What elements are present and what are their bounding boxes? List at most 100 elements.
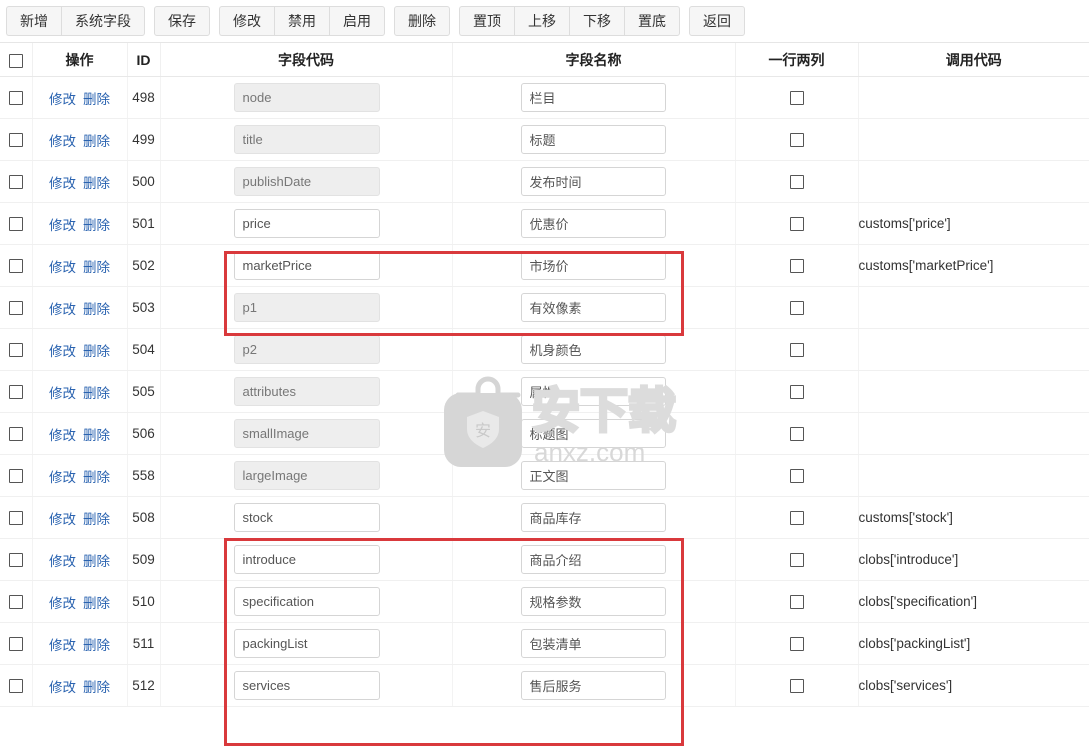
field-name-input[interactable] (520, 125, 666, 154)
row-delete-link[interactable]: 删除 (83, 344, 110, 359)
row-select-checkbox[interactable] (8, 385, 23, 400)
row-edit-link[interactable]: 修改 (49, 218, 76, 233)
two-columns-checkbox[interactable] (789, 91, 804, 106)
row-edit-link[interactable]: 修改 (49, 512, 76, 527)
edit-button[interactable]: 修改 (219, 6, 274, 36)
field-name-input[interactable] (520, 209, 666, 238)
two-columns-header: 一行两列 (735, 43, 859, 77)
field-name-input[interactable] (520, 461, 666, 490)
row-actions-cell: 修改 删除 (32, 370, 128, 413)
row-delete-link[interactable]: 删除 (83, 218, 110, 233)
row-delete-link[interactable]: 删除 (83, 554, 110, 569)
save-button[interactable]: 保存 (154, 6, 210, 36)
row-delete-link[interactable]: 删除 (83, 638, 110, 653)
row-delete-link[interactable]: 删除 (83, 176, 110, 191)
row-select-checkbox[interactable] (8, 553, 23, 568)
row-edit-link[interactable]: 修改 (49, 596, 76, 611)
row-delete-link[interactable]: 删除 (83, 470, 110, 485)
row-delete-link[interactable]: 删除 (83, 596, 110, 611)
row-select-checkbox[interactable] (8, 637, 23, 652)
row-select-checkbox[interactable] (8, 175, 23, 190)
field-name-input[interactable] (520, 335, 666, 364)
row-delete-link[interactable]: 删除 (83, 134, 110, 149)
move-down-button[interactable]: 下移 (569, 6, 624, 36)
field-code-input[interactable] (233, 251, 380, 280)
row-edit-link[interactable]: 修改 (49, 344, 76, 359)
field-code-input (233, 293, 380, 322)
row-edit-link[interactable]: 修改 (49, 92, 76, 107)
row-edit-link[interactable]: 修改 (49, 176, 76, 191)
field-code-input[interactable] (233, 671, 380, 700)
move-bottom-button[interactable]: 置底 (624, 6, 680, 36)
row-edit-link[interactable]: 修改 (49, 428, 76, 443)
row-delete-link[interactable]: 删除 (83, 302, 110, 317)
field-name-input[interactable] (520, 83, 666, 112)
row-edit-link[interactable]: 修改 (49, 302, 76, 317)
row-select-checkbox[interactable] (8, 679, 23, 694)
field-name-input[interactable] (520, 587, 666, 616)
field-code-input[interactable] (233, 209, 380, 238)
field-name-input[interactable] (520, 377, 666, 406)
two-columns-checkbox[interactable] (789, 259, 804, 274)
two-columns-checkbox[interactable] (789, 133, 804, 148)
row-edit-link[interactable]: 修改 (49, 554, 76, 569)
select-all-checkbox[interactable] (8, 53, 23, 68)
move-up-button[interactable]: 上移 (514, 6, 569, 36)
row-edit-link[interactable]: 修改 (49, 470, 76, 485)
two-columns-checkbox[interactable] (789, 595, 804, 610)
row-delete-link[interactable]: 删除 (83, 386, 110, 401)
row-select-checkbox[interactable] (8, 133, 23, 148)
two-columns-checkbox[interactable] (789, 637, 804, 652)
row-select-checkbox[interactable] (8, 511, 23, 526)
row-delete-link[interactable]: 删除 (83, 428, 110, 443)
row-select-checkbox[interactable] (8, 595, 23, 610)
field-name-input[interactable] (520, 629, 666, 658)
field-code-input[interactable] (233, 503, 380, 532)
field-code-input[interactable] (233, 545, 380, 574)
field-name-input[interactable] (520, 503, 666, 532)
enable-button[interactable]: 启用 (329, 6, 385, 36)
delete-button[interactable]: 删除 (394, 6, 450, 36)
toolbar-group-delete: 删除 (394, 6, 450, 36)
two-columns-checkbox[interactable] (789, 217, 804, 232)
field-name-input[interactable] (520, 167, 666, 196)
field-name-input[interactable] (520, 419, 666, 448)
row-select-checkbox[interactable] (8, 343, 23, 358)
row-select-checkbox[interactable] (8, 259, 23, 274)
two-columns-checkbox[interactable] (789, 175, 804, 190)
row-edit-link[interactable]: 修改 (49, 638, 76, 653)
row-delete-link[interactable]: 删除 (83, 512, 110, 527)
two-columns-checkbox[interactable] (789, 301, 804, 316)
two-columns-checkbox[interactable] (789, 511, 804, 526)
row-select-checkbox[interactable] (8, 301, 23, 316)
back-button[interactable]: 返回 (689, 6, 745, 36)
row-delete-link[interactable]: 删除 (83, 92, 110, 107)
row-edit-link[interactable]: 修改 (49, 386, 76, 401)
field-name-input[interactable] (520, 671, 666, 700)
two-columns-checkbox[interactable] (789, 553, 804, 568)
row-delete-link[interactable]: 删除 (83, 260, 110, 275)
field-code-input[interactable] (233, 587, 380, 616)
row-edit-link[interactable]: 修改 (49, 260, 76, 275)
row-delete-link[interactable]: 删除 (83, 680, 110, 695)
field-name-input[interactable] (520, 293, 666, 322)
two-columns-checkbox[interactable] (789, 343, 804, 358)
two-columns-checkbox[interactable] (789, 469, 804, 484)
system-fields-button[interactable]: 系统字段 (61, 6, 145, 36)
field-code-input[interactable] (233, 629, 380, 658)
field-name-input[interactable] (520, 545, 666, 574)
row-field-code-cell (160, 160, 453, 203)
row-select-checkbox[interactable] (8, 217, 23, 232)
row-select-checkbox[interactable] (8, 469, 23, 484)
add-button[interactable]: 新增 (6, 6, 61, 36)
field-name-input[interactable] (520, 251, 666, 280)
two-columns-checkbox[interactable] (789, 679, 804, 694)
row-edit-link[interactable]: 修改 (49, 134, 76, 149)
disable-button[interactable]: 禁用 (274, 6, 329, 36)
two-columns-checkbox[interactable] (789, 427, 804, 442)
row-select-checkbox[interactable] (8, 91, 23, 106)
row-select-checkbox[interactable] (8, 427, 23, 442)
move-top-button[interactable]: 置顶 (459, 6, 514, 36)
row-edit-link[interactable]: 修改 (49, 680, 76, 695)
two-columns-checkbox[interactable] (789, 385, 804, 400)
